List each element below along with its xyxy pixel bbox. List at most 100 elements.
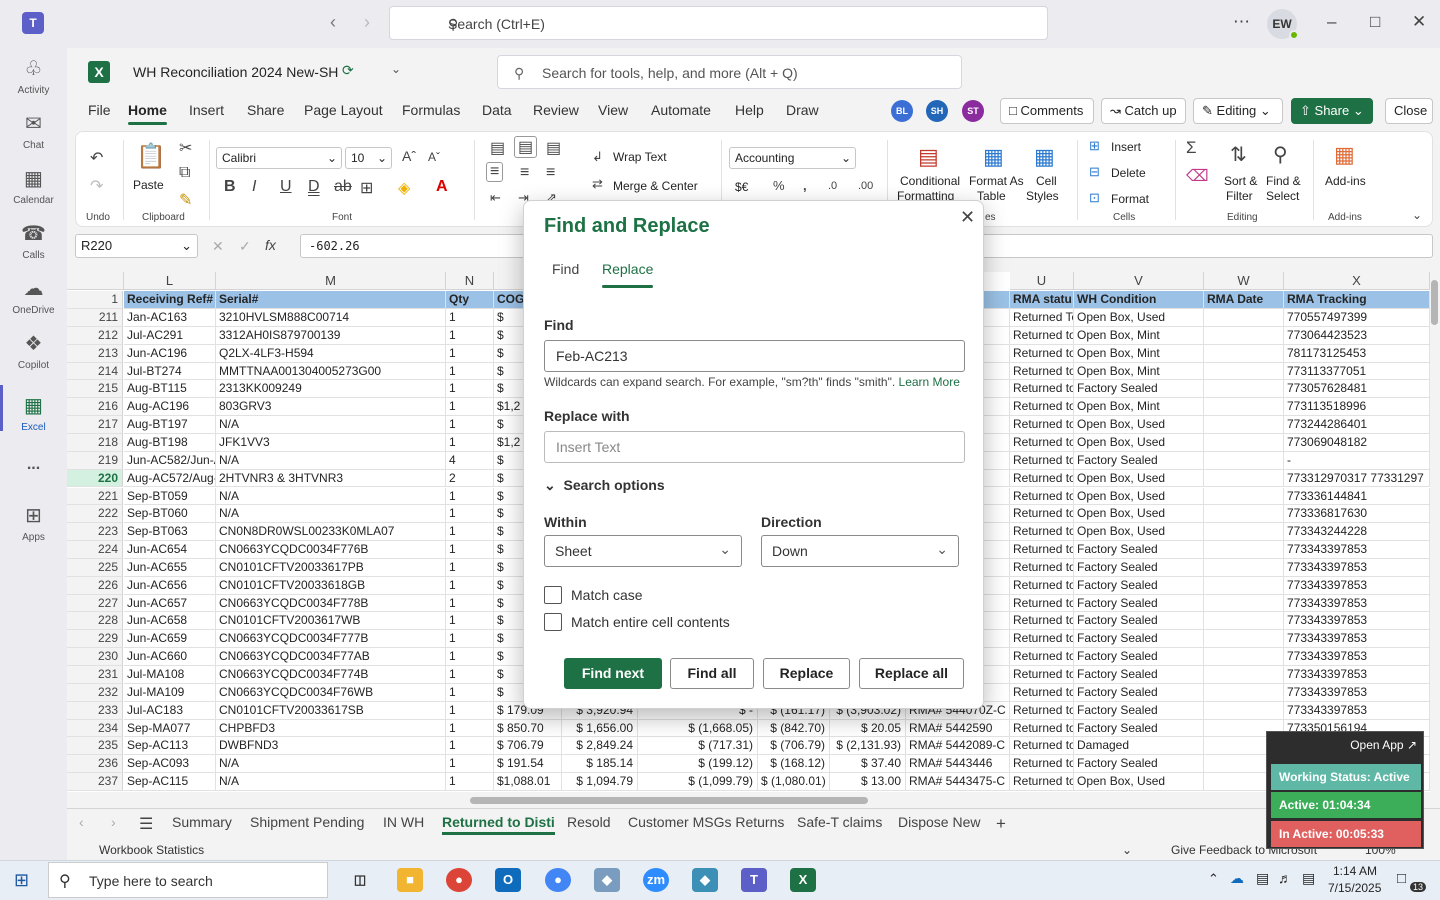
match-case-label[interactable]: Match case bbox=[571, 587, 643, 603]
cell[interactable]: Sep-BT060 bbox=[124, 505, 216, 524]
cell[interactable]: Jun-AC656 bbox=[124, 576, 216, 595]
cell[interactable]: Factory Sealed bbox=[1074, 612, 1204, 631]
cell[interactable]: $ (842.70) bbox=[758, 719, 830, 738]
cell[interactable]: Jun-AC654 bbox=[124, 541, 216, 559]
workbook-statistics[interactable]: Workbook Statistics bbox=[99, 843, 204, 857]
chevron-down-icon[interactable]: ⌄ bbox=[391, 62, 401, 76]
sheet-tab[interactable]: Shipment Pending bbox=[250, 814, 364, 830]
row-number[interactable]: 230 bbox=[67, 648, 123, 666]
replace-button[interactable]: Replace bbox=[763, 658, 850, 689]
cell[interactable]: Sep-AC115 bbox=[124, 773, 216, 791]
clear-icon[interactable]: ⌫ bbox=[1186, 166, 1209, 186]
cell[interactable]: Factory Sealed bbox=[1074, 558, 1204, 577]
name-box[interactable]: R220 ⌄ bbox=[75, 234, 198, 258]
cell[interactable]: 1 bbox=[446, 701, 494, 720]
row-number[interactable]: 232 bbox=[67, 683, 123, 702]
undo-icon[interactable]: ↶ bbox=[90, 148, 103, 168]
row-number[interactable]: 229 bbox=[67, 630, 123, 649]
cell[interactable] bbox=[1204, 326, 1284, 345]
cell[interactable]: MMTTNAA001304005273G00 bbox=[216, 362, 446, 381]
tab-home[interactable]: Home bbox=[128, 102, 167, 125]
cell[interactable]: 3312AH0IS879700139 bbox=[216, 326, 446, 345]
rail-excel[interactable]: ▦ Excel bbox=[0, 393, 67, 433]
cell[interactable]: Jun-AC659 bbox=[124, 630, 216, 649]
tab-insert[interactable]: Insert bbox=[189, 102, 224, 118]
cell[interactable]: JFK1VV3 bbox=[216, 433, 446, 452]
tab-share[interactable]: Share bbox=[247, 102, 284, 118]
cell[interactable]: Returned to bbox=[1010, 701, 1074, 720]
cell[interactable]: Returned to bbox=[1010, 398, 1074, 417]
row-number[interactable]: 225 bbox=[67, 558, 123, 577]
cell[interactable]: Jul-BT274 bbox=[124, 362, 216, 381]
tray-icon[interactable]: ▤ bbox=[1256, 870, 1269, 887]
chrome-icon[interactable]: ● bbox=[446, 868, 472, 892]
open-app-link[interactable]: Open App ↗ bbox=[1350, 738, 1417, 752]
cell[interactable]: Returned to bbox=[1010, 362, 1074, 381]
learn-more-link[interactable]: Learn More bbox=[899, 375, 960, 389]
cell[interactable]: Factory Sealed bbox=[1074, 701, 1204, 720]
column-header[interactable]: L bbox=[124, 272, 216, 290]
chrome-profile-icon[interactable]: ● bbox=[545, 868, 571, 892]
cell[interactable]: 1 bbox=[446, 344, 494, 363]
cell[interactable]: 1 bbox=[446, 612, 494, 631]
rail-calls[interactable]: ☎ Calls bbox=[0, 221, 67, 261]
column-header[interactable]: N bbox=[446, 272, 494, 290]
cell[interactable]: N/A bbox=[216, 773, 446, 791]
cell[interactable]: 1 bbox=[446, 558, 494, 577]
cell[interactable]: Factory Sealed bbox=[1074, 683, 1204, 702]
column-header[interactable]: V bbox=[1074, 272, 1204, 290]
find-next-button[interactable]: Find next bbox=[564, 658, 662, 689]
cell[interactable]: Factory Sealed bbox=[1074, 594, 1204, 613]
network-icon[interactable]: ▤ bbox=[1302, 870, 1315, 887]
row-number[interactable]: 231 bbox=[67, 666, 123, 684]
rail-calendar[interactable]: ▦ Calendar bbox=[0, 166, 67, 206]
cell[interactable]: $ (1,099.79) bbox=[638, 773, 758, 791]
cell[interactable]: $ (2,131.93) bbox=[830, 737, 906, 756]
cell[interactable]: CN0663YCQDC0034F777B bbox=[216, 630, 446, 649]
underline-icon[interactable]: U bbox=[280, 178, 292, 196]
cell[interactable]: N/A bbox=[216, 416, 446, 434]
cell[interactable]: 1 bbox=[446, 576, 494, 595]
row-number[interactable]: 212 bbox=[67, 326, 123, 345]
cell[interactable]: RMA# 5442089-C bbox=[906, 737, 1010, 756]
cell[interactable]: Jun-AC658 bbox=[124, 612, 216, 631]
cell[interactable]: Returned to bbox=[1010, 523, 1074, 542]
decrease-decimal-icon[interactable]: .00 bbox=[858, 180, 873, 192]
cell[interactable]: Returned to bbox=[1010, 612, 1074, 631]
comma-style-icon[interactable]: , bbox=[803, 178, 807, 193]
row-number[interactable]: 222 bbox=[67, 505, 123, 524]
align-left-icon[interactable]: ≡ bbox=[486, 162, 504, 182]
cell[interactable]: CN0101CFTV20033618GB bbox=[216, 576, 446, 595]
cell[interactable]: N/A bbox=[216, 505, 446, 524]
bold-icon[interactable]: B bbox=[224, 178, 236, 196]
cell[interactable]: Returned to bbox=[1010, 487, 1074, 506]
cell[interactable]: 1 bbox=[446, 398, 494, 417]
cell[interactable]: Returned to bbox=[1010, 755, 1074, 774]
cell[interactable]: Open Box, Used bbox=[1074, 469, 1204, 488]
header-cell[interactable]: WH Condition bbox=[1074, 291, 1204, 309]
cell[interactable]: Aug-AC196 bbox=[124, 398, 216, 417]
increase-font-icon[interactable]: Aˆ bbox=[402, 148, 416, 164]
row-number[interactable]: 237 bbox=[67, 773, 123, 791]
cell[interactable]: Returned to bbox=[1010, 576, 1074, 595]
sheet-tab[interactable]: Dispose New bbox=[898, 814, 980, 830]
align-bottom-icon[interactable]: ▤ bbox=[546, 138, 561, 158]
cell[interactable]: Returned to bbox=[1010, 719, 1074, 738]
cell[interactable]: 1 bbox=[446, 416, 494, 434]
cell[interactable]: Open Box, Used bbox=[1074, 523, 1204, 542]
cell[interactable]: CN0663YCQDC0034F77AB bbox=[216, 648, 446, 666]
zoom-icon[interactable]: zm bbox=[643, 868, 669, 892]
taskbar-search[interactable]: ⚲ Type here to search bbox=[48, 862, 328, 898]
autosum-icon[interactable]: Σ bbox=[1186, 138, 1197, 158]
cell[interactable]: CN0663YCQDC0034F774B bbox=[216, 666, 446, 684]
cell[interactable]: Sep-MA077 bbox=[124, 719, 216, 738]
rail-activity[interactable]: ♧ Activity bbox=[0, 56, 67, 96]
collaborator-avatar[interactable]: BL bbox=[891, 100, 913, 122]
cell[interactable] bbox=[1204, 362, 1284, 381]
tab-find[interactable]: Find bbox=[552, 261, 579, 277]
cell[interactable]: 1 bbox=[446, 666, 494, 684]
cell[interactable]: 773343397853 bbox=[1284, 576, 1430, 595]
cell[interactable]: $ (1,080.01) bbox=[758, 773, 830, 791]
cell[interactable]: Jul-AC291 bbox=[124, 326, 216, 345]
task-view-icon[interactable]: ◫ bbox=[347, 868, 373, 892]
